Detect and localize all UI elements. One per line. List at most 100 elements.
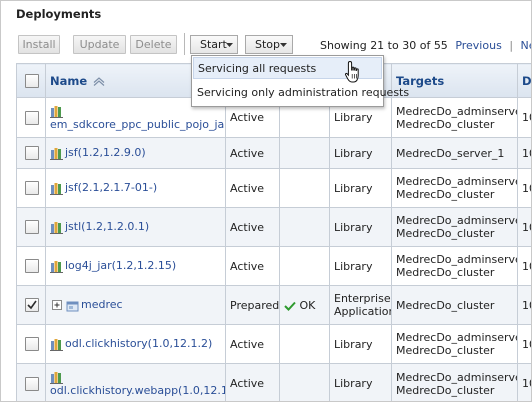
application-icon	[66, 301, 79, 312]
row-checkbox[interactable]	[25, 376, 39, 391]
toolbar: Install Update Delete Start Stop Showing…	[16, 31, 531, 57]
target-line: MedrecDo_adminserver,	[396, 331, 518, 344]
name-cell: jsf(2.1,2.1.7-01-)	[45, 168, 226, 208]
deployments-table: Name Targets D em_sdkcore_ppc_public_poj…	[16, 63, 531, 401]
status-cell	[279, 168, 330, 208]
toolbar-separator	[184, 33, 185, 55]
table-row: jsf(1.2,1.2.9.0) Active Library MedrecDo…	[16, 137, 531, 169]
status-cell	[279, 363, 330, 401]
menu-item-servicing-admin[interactable]: Servicing only administration requests	[193, 81, 409, 103]
row-checkbox[interactable]	[25, 259, 39, 273]
type-cell: Library	[329, 137, 392, 169]
state-cell: Active	[225, 324, 280, 364]
target-line: MedrecDo_cluster	[396, 344, 495, 357]
state-cell: Active	[225, 207, 280, 247]
state-cell: Active	[225, 246, 280, 286]
previous-link[interactable]: Previous	[455, 39, 502, 52]
row-select-cell	[16, 285, 46, 325]
select-all-header	[16, 63, 46, 98]
select-all-checkbox[interactable]	[25, 73, 39, 88]
row-checkbox[interactable]	[25, 337, 39, 351]
name-cell: medrec	[45, 285, 226, 325]
table-row: odl.clickhistory.webapp(1.0,12.1.2) Acti…	[16, 363, 531, 401]
target-line: MedrecDo_adminserver,	[396, 253, 518, 266]
row-checkbox[interactable]	[25, 181, 39, 195]
truncated-cell: 10	[517, 168, 531, 208]
hand-cursor-icon	[344, 60, 359, 83]
row-select-cell	[16, 363, 46, 401]
truncated-cell: 10	[517, 137, 531, 169]
name-cell: odl.clickhistory(1.0,12.1.2)	[45, 324, 226, 364]
targets-cell: MedrecDo_adminserver, MedrecDo_cluster	[391, 246, 518, 286]
dropdown-caret-icon	[226, 43, 233, 47]
target-line: MedrecDo_adminserver,	[396, 214, 518, 227]
name-cell: log4j_jar(1.2,1.2.15)	[45, 246, 226, 286]
status-text: OK	[299, 298, 316, 312]
truncated-column-header[interactable]: D	[517, 63, 531, 98]
deployment-name-link[interactable]: em_sdkcore_ppc_public_pojo_jar	[50, 118, 225, 131]
deployment-name-link[interactable]: jsf(1.2,1.2.9.0)	[65, 146, 146, 159]
deployment-name-link[interactable]: odl.clickhistory.webapp(1.0,12.1.2)	[50, 384, 225, 397]
truncated-cell: 10	[517, 97, 531, 138]
library-icon	[50, 338, 63, 351]
delete-button[interactable]: Delete	[130, 35, 177, 54]
deployments-panel: Deployments Install Update Delete Start …	[0, 0, 532, 402]
library-icon	[50, 182, 63, 195]
status-cell	[279, 324, 330, 364]
deployment-name-link[interactable]: odl.clickhistory(1.0,12.1.2)	[65, 337, 212, 350]
deployment-name-link[interactable]: log4j_jar(1.2,1.2.15)	[65, 259, 176, 272]
deployment-name-link[interactable]: medrec	[81, 298, 123, 311]
type-cell: Enterprise Application	[329, 285, 392, 325]
state-cell: Prepared	[225, 285, 280, 325]
targets-cell: MedrecDo_adminserver, MedrecDo_cluster	[391, 97, 518, 138]
truncated-cell: 10	[517, 285, 531, 325]
status-cell	[279, 246, 330, 286]
start-label: Start	[200, 38, 227, 51]
row-checkbox[interactable]	[25, 110, 39, 125]
type-line: Enterprise	[334, 292, 391, 305]
table-row: jstl(1.2,1.2.0.1) Active Library MedrecD…	[16, 207, 531, 247]
state-cell: Active	[225, 168, 280, 208]
status-cell	[279, 137, 330, 169]
install-button[interactable]: Install	[18, 35, 60, 54]
targets-column-header[interactable]: Targets	[391, 63, 518, 98]
name-cell: jsf(1.2,1.2.9.0)	[45, 137, 226, 169]
name-header-label: Name	[50, 73, 88, 88]
table-row: log4j_jar(1.2,1.2.15) Active Library Med…	[16, 246, 531, 286]
start-menu-button[interactable]: Start	[190, 35, 238, 54]
target-line: MedrecDo_cluster	[396, 383, 495, 397]
update-button[interactable]: Update	[73, 35, 126, 54]
row-checkbox-checked[interactable]	[25, 298, 39, 312]
row-checkbox[interactable]	[25, 220, 39, 234]
dropdown-caret-icon	[280, 43, 287, 47]
targets-cell: MedrecDo_adminserver, MedrecDo_cluster	[391, 363, 518, 401]
row-select-cell	[16, 168, 46, 208]
pagination-divider: |	[509, 39, 514, 52]
truncated-cell: 10	[517, 246, 531, 286]
target-line: MedrecDo_adminserver,	[396, 104, 518, 118]
type-cell: Library	[329, 246, 392, 286]
checkmark-icon	[27, 300, 37, 310]
stop-label: Stop	[255, 38, 281, 51]
expand-plus-icon[interactable]	[52, 300, 62, 311]
pagination: Showing 21 to 30 of 55 Previous | Next	[320, 39, 531, 52]
library-icon	[50, 221, 63, 234]
row-select-cell	[16, 246, 46, 286]
deployment-name-link[interactable]: jsf(2.1,2.1.7-01-)	[65, 181, 157, 194]
next-link[interactable]: Next	[521, 39, 531, 52]
sort-ascending-icon	[93, 76, 105, 86]
deployment-name-link[interactable]: jstl(1.2,1.2.0.1)	[65, 220, 149, 233]
state-cell: Active	[225, 363, 280, 401]
status-cell	[279, 207, 330, 247]
library-icon	[50, 371, 63, 384]
truncated-cell: 10	[517, 207, 531, 247]
type-cell: Library	[329, 324, 392, 364]
targets-cell: MedrecDo_adminserver, MedrecDo_cluster	[391, 168, 518, 208]
row-checkbox[interactable]	[25, 146, 39, 160]
target-line: MedrecDo_cluster	[396, 227, 495, 240]
truncated-cell: 10	[517, 324, 531, 364]
row-select-cell	[16, 207, 46, 247]
target-line: MedrecDo_cluster	[396, 117, 495, 131]
status-cell: OK	[279, 285, 330, 325]
stop-menu-button[interactable]: Stop	[245, 35, 293, 54]
